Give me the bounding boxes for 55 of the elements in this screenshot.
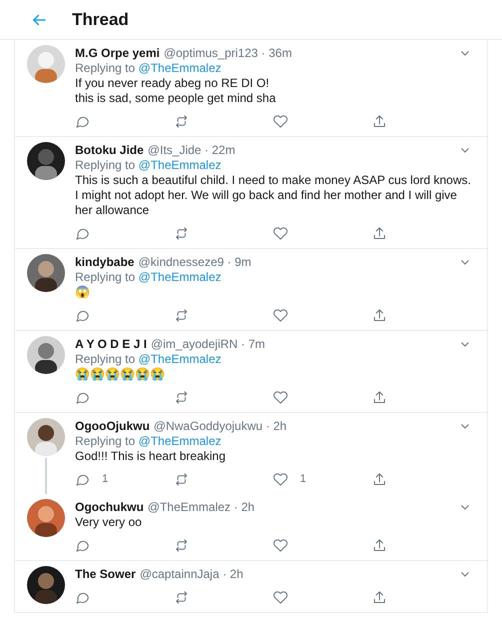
user-name: kindybabe bbox=[75, 254, 134, 270]
share-icon[interactable] bbox=[372, 308, 387, 322]
retweet-icon[interactable] bbox=[174, 114, 189, 128]
count-label: 1 bbox=[300, 472, 306, 487]
user-handle: @NwaGoddyojukwu · 2h bbox=[154, 418, 287, 434]
like-icon[interactable] bbox=[273, 114, 288, 128]
retweet-icon[interactable] bbox=[174, 538, 189, 552]
user-name: The Sower bbox=[75, 566, 136, 582]
user-handle: @TheEmmalez · 2h bbox=[148, 499, 255, 515]
tweet-text: This is such a beautiful child. I need to make money ASAP cus lord knows. I might not adopt her. We will go back and find her mother and I will give her allowance bbox=[75, 173, 471, 218]
share-icon[interactable] bbox=[372, 390, 387, 404]
mention-link[interactable]: @TheEmmalez bbox=[138, 270, 222, 284]
retweet-icon[interactable] bbox=[174, 390, 189, 404]
user-handle: @captainnJaja · 2h bbox=[140, 566, 244, 582]
user-handle: @Its_Jide · 22m bbox=[148, 142, 236, 158]
like-icon[interactable] bbox=[273, 308, 288, 322]
replying-label: Replying to @TheEmmalez bbox=[75, 352, 222, 367]
tweet-text: 😱 bbox=[75, 285, 91, 300]
thread-line bbox=[45, 458, 47, 494]
share-icon[interactable] bbox=[372, 590, 387, 604]
share-icon[interactable] bbox=[372, 114, 387, 128]
replying-label: Replying to @TheEmmalez bbox=[75, 434, 222, 449]
tweet-text: Very very oo bbox=[75, 515, 143, 530]
retweet-icon[interactable] bbox=[174, 226, 189, 240]
user-handle: @im_ayodejiRN · 7m bbox=[150, 336, 266, 352]
tweet-text: God!!! This is heart breaking bbox=[75, 449, 227, 464]
mention-link[interactable]: @TheEmmalez bbox=[138, 352, 222, 366]
count-label: 1 bbox=[102, 472, 108, 487]
user-name: Ogochukwu bbox=[75, 499, 144, 515]
mention-link[interactable]: @TheEmmalez bbox=[138, 434, 222, 448]
user-handle: @optimus_pri123 · 36m bbox=[164, 45, 292, 61]
tweet-text: If you never ready abeg no RE DI O! this is sad, some people get mind sha bbox=[75, 76, 277, 106]
tweet-text: 😭😭😭😭😭😭 bbox=[75, 367, 166, 382]
like-icon[interactable] bbox=[273, 538, 288, 552]
replying-label: Replying to @TheEmmalez bbox=[75, 158, 222, 173]
user-handle: @kindnesseze9 · 9m bbox=[138, 254, 252, 270]
like-icon[interactable] bbox=[273, 390, 288, 404]
replying-label: Replying to @TheEmmalez bbox=[75, 61, 222, 76]
mention-link[interactable]: @TheEmmalez bbox=[138, 61, 222, 75]
user-name: A Y O D E J I bbox=[75, 336, 147, 352]
retweet-icon[interactable] bbox=[174, 590, 189, 604]
mention-link[interactable]: @TheEmmalez bbox=[138, 158, 222, 172]
user-name: OgooOjukwu bbox=[75, 418, 150, 434]
share-icon[interactable] bbox=[372, 226, 387, 240]
share-icon[interactable] bbox=[372, 538, 387, 552]
retweet-icon[interactable] bbox=[174, 472, 189, 486]
page-title: Thread bbox=[72, 8, 129, 31]
replying-label: Replying to @TheEmmalez bbox=[75, 270, 222, 285]
retweet-icon[interactable] bbox=[174, 308, 189, 322]
share-icon[interactable] bbox=[372, 472, 387, 486]
like-icon[interactable] bbox=[273, 226, 288, 240]
like-icon[interactable] bbox=[273, 590, 288, 604]
like-icon[interactable] bbox=[273, 472, 288, 486]
user-name: Botoku Jide bbox=[75, 142, 144, 158]
user-name: M.G Orpe yemi bbox=[75, 45, 160, 61]
